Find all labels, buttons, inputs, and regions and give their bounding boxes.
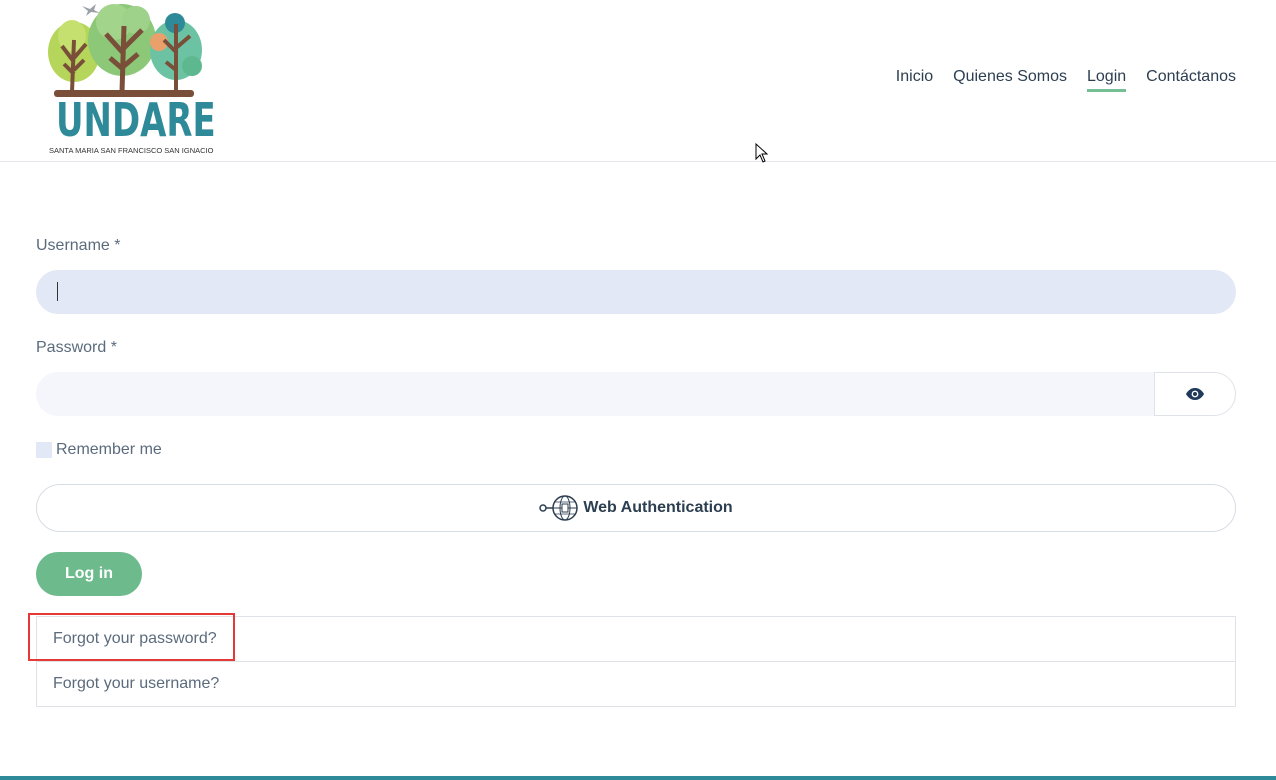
password-required-marker: * [106,339,117,356]
highlight-box [28,613,235,661]
site-header: UNDARE SANTA MARIA SAN FRANCISCO SAN IGN… [0,0,1276,162]
text-caret [57,282,58,301]
forgot-username-link[interactable]: Forgot your username? [37,661,1235,706]
remember-me-label[interactable]: Remember me [56,441,162,459]
password-label: Password * [36,339,117,357]
logo-wordmark: UNDARE [56,93,216,147]
webauthn-key-icon [539,495,579,521]
footer-accent-bar [0,776,1276,780]
nav-item-inicio[interactable]: Inicio [896,68,933,92]
log-in-button[interactable]: Log in [36,552,142,596]
remember-me-row: Remember me [36,441,162,459]
mouse-cursor-icon [755,143,769,163]
username-input[interactable] [36,270,1236,314]
username-label-text: Username [36,237,110,254]
logo-subtitle: SANTA MARIA SAN FRANCISCO SAN IGNACIO [49,146,214,155]
remember-me-checkbox[interactable] [36,442,52,458]
eye-icon [1186,388,1204,400]
username-label: Username * [36,237,120,255]
tree-logo-icon [48,4,202,97]
username-required-marker: * [109,237,121,254]
main-nav: Inicio Quienes Somos Login Contáctanos [876,68,1236,92]
password-label-text: Password [36,339,107,356]
web-authentication-label: Web Authentication [583,499,733,516]
nav-item-quienes-somos[interactable]: Quienes Somos [953,68,1067,92]
show-password-button[interactable] [1154,372,1236,416]
nav-item-login[interactable]: Login [1087,68,1127,92]
password-input[interactable] [36,372,1155,416]
web-authentication-button[interactable]: Web Authentication [36,484,1236,532]
nav-item-contactanos[interactable]: Contáctanos [1146,68,1236,92]
password-field-group [36,372,1236,416]
site-logo[interactable]: UNDARE SANTA MARIA SAN FRANCISCO SAN IGN… [44,0,216,158]
